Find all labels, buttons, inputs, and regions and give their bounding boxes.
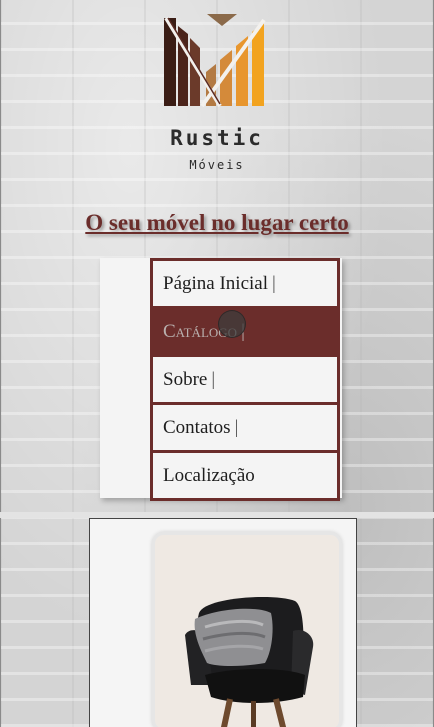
nav-item-label: Contatos [163, 416, 231, 438]
brand-name: Rustic [170, 126, 264, 150]
nav-item-localizacao[interactable]: Localização [150, 450, 340, 501]
nav-item-pagina-inicial[interactable]: Página Inicial | [150, 258, 340, 306]
main-navigation: Página Inicial | Catálogo | Sobre | Cont… [150, 258, 340, 501]
nav-separator: | [211, 368, 216, 390]
nav-item-label: Localização [163, 464, 255, 486]
nav-item-label: Página Inicial [163, 272, 268, 294]
nav-item-label: Catálogo [163, 320, 238, 342]
product-card[interactable] [152, 532, 342, 727]
brand-subtitle: Móveis [189, 158, 245, 172]
page-border-left [0, 0, 1, 727]
nav-item-catalogo[interactable]: Catálogo | [150, 306, 340, 354]
nav-item-sobre[interactable]: Sobre | [150, 354, 340, 402]
nav-separator: | [241, 320, 245, 342]
armchair-product-image [155, 535, 339, 727]
nav-separator: | [234, 416, 239, 438]
nav-item-contatos[interactable]: Contatos | [150, 402, 340, 450]
page-tagline: O seu móvel no lugar certo [85, 210, 349, 235]
logo-icon [164, 14, 266, 108]
nav-separator: | [272, 272, 276, 294]
nav-item-label: Sobre [163, 368, 208, 390]
